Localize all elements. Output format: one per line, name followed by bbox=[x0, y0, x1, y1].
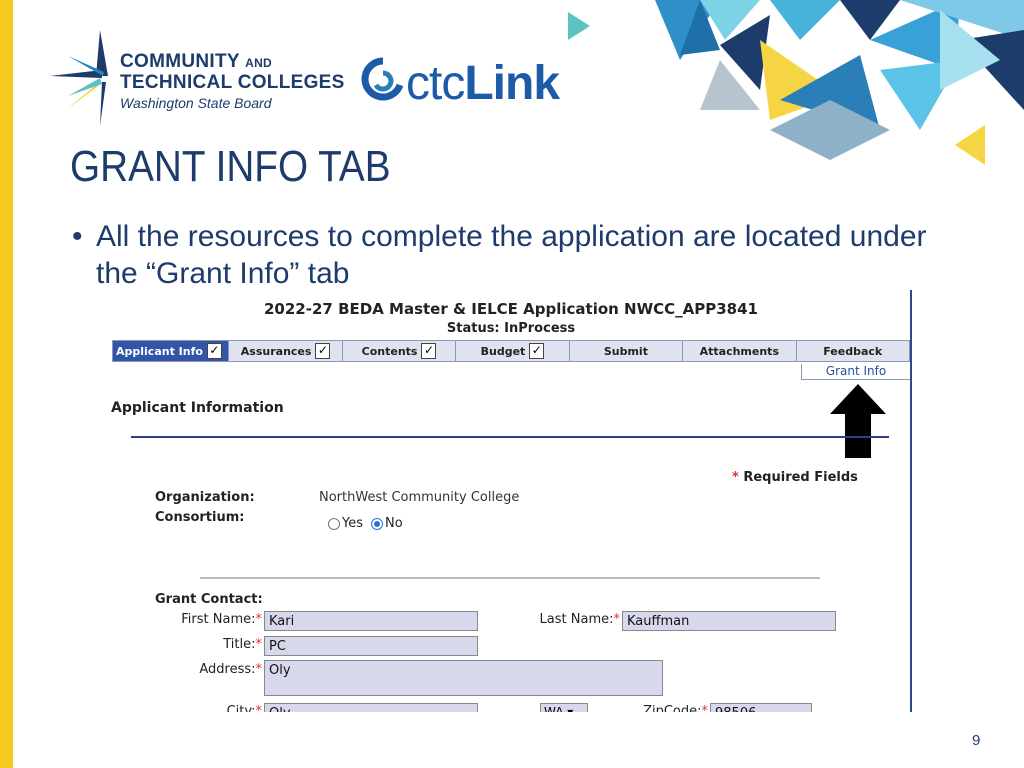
tab-attachments[interactable]: Attachments bbox=[683, 341, 797, 361]
ctclink-wordmark: ctcLink bbox=[406, 57, 560, 110]
checkbox-icon: ✓ bbox=[206, 343, 222, 359]
required-fields-note: * Required Fields bbox=[732, 470, 858, 485]
city-field[interactable]: Oly bbox=[264, 703, 478, 712]
zipcode-label: ZipCode:* bbox=[643, 704, 708, 712]
ctclink-swirl-logo bbox=[361, 57, 404, 101]
bullet-item: • All the resources to complete the appl… bbox=[72, 218, 932, 292]
first-name-label: First Name:* bbox=[181, 612, 262, 627]
consortium-radio-group: Yes No bbox=[328, 516, 403, 531]
consortium-label: Consortium: bbox=[155, 510, 245, 525]
checkbox-icon: ✓ bbox=[421, 343, 437, 359]
tab-applicant-info[interactable]: Applicant Info ✓ bbox=[113, 341, 230, 361]
tab-budget[interactable]: Budget ✓ bbox=[456, 341, 570, 361]
checkbox-icon: ✓ bbox=[315, 343, 331, 359]
last-name-field[interactable]: Kauffman bbox=[622, 611, 836, 631]
grant-contact-label: Grant Contact: bbox=[155, 592, 263, 607]
bullet-text: All the resources to complete the applic… bbox=[96, 220, 927, 290]
arrow-up-icon bbox=[830, 384, 886, 458]
zipcode-field[interactable]: 98506 bbox=[710, 703, 812, 712]
page-number: 9 bbox=[972, 732, 981, 749]
tab-feedback[interactable]: Feedback bbox=[796, 341, 909, 361]
consortium-no-radio[interactable] bbox=[371, 517, 383, 530]
chevron-down-icon: ▾ bbox=[567, 705, 574, 712]
consortium-yes-radio[interactable] bbox=[328, 517, 340, 530]
tab-assurances[interactable]: Assurances ✓ bbox=[229, 341, 343, 361]
tab-submit[interactable]: Submit bbox=[569, 341, 684, 361]
divider bbox=[200, 577, 820, 579]
organization-label: Organization: bbox=[155, 490, 255, 505]
divider bbox=[131, 436, 889, 438]
title-label: Title:* bbox=[223, 637, 262, 652]
screenshot-border bbox=[910, 290, 912, 712]
ctc-wordmark: COMMUNITY AND TECHNICAL COLLEGES Washing… bbox=[120, 51, 345, 111]
slide-title: GRANT INFO TAB bbox=[70, 142, 391, 191]
application-tab-bar: Applicant Info ✓ Assurances ✓ Contents ✓ Bu… bbox=[112, 340, 910, 362]
title-field[interactable]: PC bbox=[264, 636, 478, 656]
organization-value: NorthWest Community College bbox=[319, 490, 520, 505]
application-screenshot: 2022-27 BEDA Master & IELCE Application … bbox=[110, 290, 912, 712]
application-status: Status: InProcess bbox=[446, 321, 576, 336]
last-name-label: Last Name:* bbox=[539, 612, 620, 627]
address-label: Address:* bbox=[199, 662, 262, 677]
bullet-dot: • bbox=[72, 220, 83, 253]
section-title: Applicant Information bbox=[111, 400, 284, 416]
grant-info-link[interactable]: Grant Info bbox=[801, 364, 910, 380]
state-select[interactable]: WA ▾ bbox=[540, 703, 588, 712]
tab-contents[interactable]: Contents ✓ bbox=[342, 341, 457, 361]
address-textarea[interactable]: Oly bbox=[264, 660, 663, 696]
application-title: 2022-27 BEDA Master & IELCE Application … bbox=[264, 300, 758, 318]
checkbox-icon: ✓ bbox=[529, 343, 545, 359]
first-name-field[interactable]: Kari bbox=[264, 611, 478, 631]
city-label: City:* bbox=[226, 704, 262, 712]
